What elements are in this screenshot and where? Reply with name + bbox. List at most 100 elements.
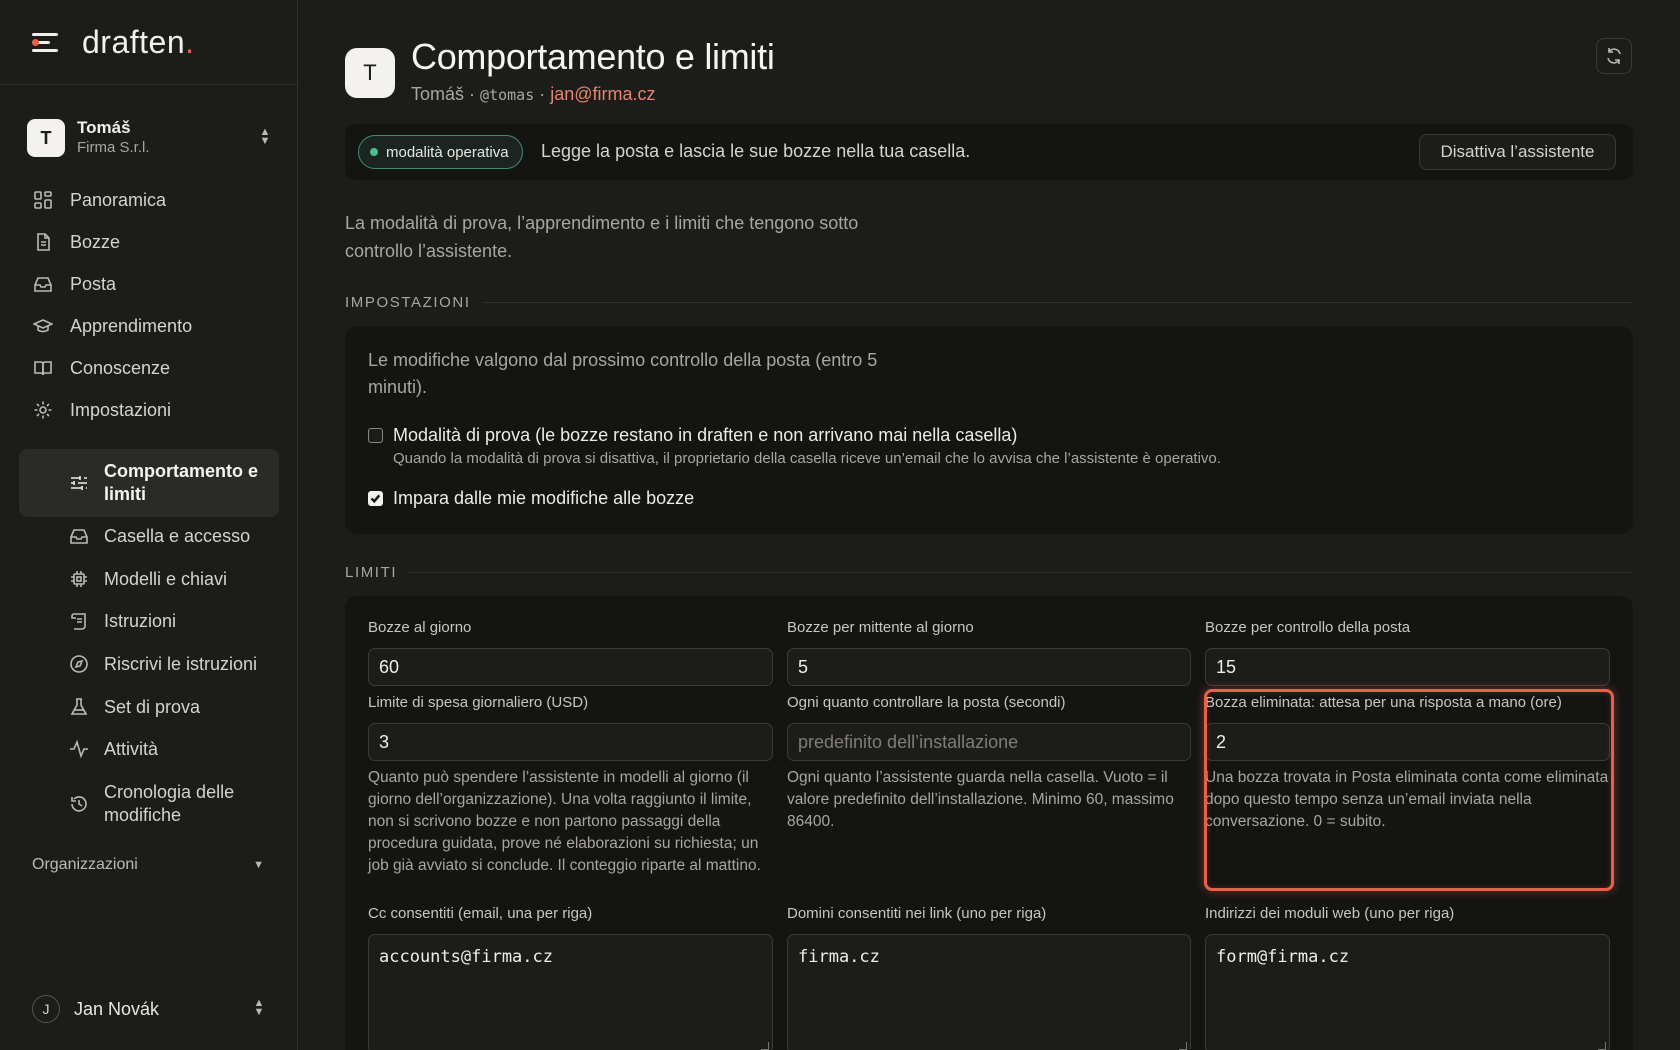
nav-label: Posta — [70, 273, 117, 294]
poll-interval-help: Ogni quanto l’assistente guarda nella ca… — [787, 769, 1174, 830]
sub-item-casella-e-accesso[interactable]: Casella e accesso — [68, 525, 278, 547]
profile-handle: @tomas — [480, 86, 535, 104]
sliders-icon — [68, 472, 90, 494]
deleted-draft-wait-field: Bozza eliminata: attesa per una risposta… — [1205, 693, 1610, 833]
brand-row: draften. — [0, 0, 297, 85]
sidebar: draften. T Tomáš Firma S.r.l. ▲ ▼ Panoram… — [0, 0, 298, 1050]
learn-row: Impara dalle mie modifiche alle bozze — [368, 488, 694, 509]
sub-item-attivita[interactable]: Attività — [68, 738, 278, 760]
inbox-icon — [68, 525, 90, 547]
drafts-per-day-input[interactable]: 60 — [368, 648, 773, 686]
drafts-per-sender-input[interactable]: 5 — [787, 648, 1191, 686]
poll-interval-field: Ogni quanto controllare la posta (second… — [787, 693, 1191, 833]
sub-item-set-di-prova[interactable]: Set di prova — [68, 696, 278, 718]
drafts-per-check-input[interactable]: 15 — [1205, 648, 1610, 686]
status-text: Legge la posta e lascia le sue bozze nel… — [541, 141, 971, 161]
nav-label: Impostazioni — [70, 399, 172, 420]
nav-item-posta[interactable]: Posta — [32, 264, 116, 304]
status-bar: modalità operativa Legge la posta e lasc… — [345, 124, 1633, 180]
profile-email-link[interactable]: jan@firma.cz — [550, 84, 655, 104]
nav-label: Panoramica — [70, 189, 167, 210]
sub-item-modelli-e-chiavi[interactable]: Modelli e chiavi — [68, 568, 278, 590]
sub-item-label: Comportamento e limiti — [104, 461, 259, 504]
sub-item-cronologia-delle-modifiche[interactable]: Cronologia delle modifiche — [68, 781, 278, 827]
sub-item-label: Cronologia delle modifiche — [104, 782, 235, 825]
status-dot-icon — [370, 148, 378, 156]
page-title: Comportamento e limiti — [411, 36, 775, 77]
gear-icon — [32, 399, 54, 421]
sub-item-comportamento-e-limiti[interactable]: Comportamento e limiti — [68, 460, 278, 506]
sub-item-label: Attività — [104, 738, 159, 759]
account-name: Tomáš — [77, 118, 131, 137]
sub-item-riscrivi-le-istruzioni[interactable]: Riscrivi le istruzioni — [68, 653, 278, 675]
chevron-up-down-icon: ▲ ▼ — [253, 997, 265, 1018]
nav-label: Conoscenze — [70, 357, 171, 378]
allowed-domains-field: Domini consentiti nei link (uno per riga… — [787, 904, 1191, 1050]
trial-mode-help: Quando la modalità di prova si disattiva… — [393, 450, 1221, 467]
resize-handle-icon[interactable] — [1598, 1042, 1606, 1050]
nav-item-apprendimento[interactable]: Apprendimento — [32, 306, 192, 346]
profile-avatar: T — [345, 48, 395, 98]
learn-label[interactable]: Impara dalle mie modifiche alle bozze — [393, 488, 694, 509]
sub-item-label: Modelli e chiavi — [104, 568, 228, 589]
deleted-draft-wait-input[interactable]: 2 — [1205, 723, 1610, 761]
nav-item-impostazioni[interactable]: Impostazioni — [32, 390, 171, 430]
web-forms-textarea[interactable]: form@firma.cz — [1205, 934, 1610, 1050]
drafts-per-day-field: Bozze al giorno 60 — [368, 618, 773, 686]
allowed-cc-textarea[interactable]: accounts@firma.cz — [368, 934, 773, 1050]
poll-interval-input[interactable]: predefinito dell’installazione — [787, 723, 1191, 761]
activity-icon — [68, 738, 90, 760]
daily-spend-limit-help: Quanto può spendere l’assistente in mode… — [368, 769, 761, 874]
inbox-icon — [32, 273, 54, 295]
allowed-domains-textarea[interactable]: firma.cz — [787, 934, 1191, 1050]
trial-mode-checkbox[interactable] — [368, 428, 383, 443]
nav-item-conoscenze[interactable]: Conoscenze — [32, 348, 170, 388]
chevron-down-icon: ▼ — [253, 859, 264, 871]
learn-checkbox[interactable] — [368, 491, 383, 506]
resize-handle-icon[interactable] — [761, 1042, 769, 1050]
trial-mode-row: Modalità di prova (le bozze restano in d… — [368, 425, 1017, 446]
profile-name: Tomáš — [411, 84, 465, 104]
refresh-button[interactable] — [1596, 38, 1632, 74]
daily-spend-limit-input[interactable]: 3 — [368, 723, 773, 761]
nav-item-bozze[interactable]: Bozze — [32, 222, 120, 262]
user-menu[interactable]: J Jan Novák ▲ ▼ — [32, 994, 266, 1024]
drafts-per-sender-field: Bozze per mittente al giorno 5 — [787, 618, 1191, 686]
organizations-label: Organizzazioni — [32, 856, 138, 873]
chevron-up-down-icon: ▲ ▼ — [259, 126, 271, 147]
deleted-draft-wait-help: Una bozza trovata in Posta eliminata con… — [1205, 769, 1609, 830]
settings-card: Le modifiche valgono dal prossimo contro… — [345, 326, 1633, 534]
settings-note: Le modifiche valgono dal prossimo contro… — [368, 350, 878, 397]
main-content: T Comportamento e limiti Tomáš · @tomas … — [298, 0, 1680, 1050]
chip-icon — [68, 568, 90, 590]
history-icon — [68, 793, 90, 815]
sub-item-label: Casella e accesso — [104, 525, 251, 546]
sub-item-label: Riscrivi le istruzioni — [104, 653, 258, 674]
check-icon — [370, 494, 381, 504]
limits-card: Bozze al giorno 60 Bozze per mittente al… — [345, 596, 1633, 1050]
document-icon — [32, 231, 54, 253]
page-intro: La modalità di prova, l’apprendimento e … — [345, 213, 859, 261]
daily-spend-limit-field: Limite di spesa giornaliero (USD) 3 Quan… — [368, 693, 773, 877]
graduation-cap-icon — [32, 315, 54, 337]
organizations-toggle[interactable]: Organizzazioni ▼ — [32, 856, 264, 874]
account-switcher[interactable]: T Tomáš Firma S.r.l. ▲ ▼ — [27, 116, 272, 160]
web-forms-field: Indirizzi dei moduli web (uno per riga) … — [1205, 904, 1610, 1050]
user-name: Jan Novák — [74, 998, 160, 1019]
compass-icon — [68, 653, 90, 675]
refresh-icon — [1607, 48, 1621, 64]
profile-subline: Tomáš · @tomas · jan@firma.cz — [411, 84, 656, 104]
brand-logo[interactable]: draften. — [82, 24, 195, 61]
account-avatar: T — [27, 119, 65, 157]
menu-icon[interactable] — [32, 31, 60, 53]
sub-item-label: Istruzioni — [104, 610, 177, 631]
nav-label: Bozze — [70, 231, 121, 252]
account-org: Firma S.r.l. — [77, 139, 150, 156]
user-avatar: J — [32, 995, 60, 1023]
nav-item-panoramica[interactable]: Panoramica — [32, 180, 166, 220]
allowed-cc-field: Cc consentiti (email, una per riga) acco… — [368, 904, 773, 1050]
trial-mode-label[interactable]: Modalità di prova (le bozze restano in d… — [393, 425, 1017, 446]
sub-item-istruzioni[interactable]: Istruzioni — [68, 610, 278, 632]
deactivate-assistant-button[interactable]: Disattiva l’assistente — [1419, 134, 1616, 170]
resize-handle-icon[interactable] — [1179, 1042, 1187, 1050]
